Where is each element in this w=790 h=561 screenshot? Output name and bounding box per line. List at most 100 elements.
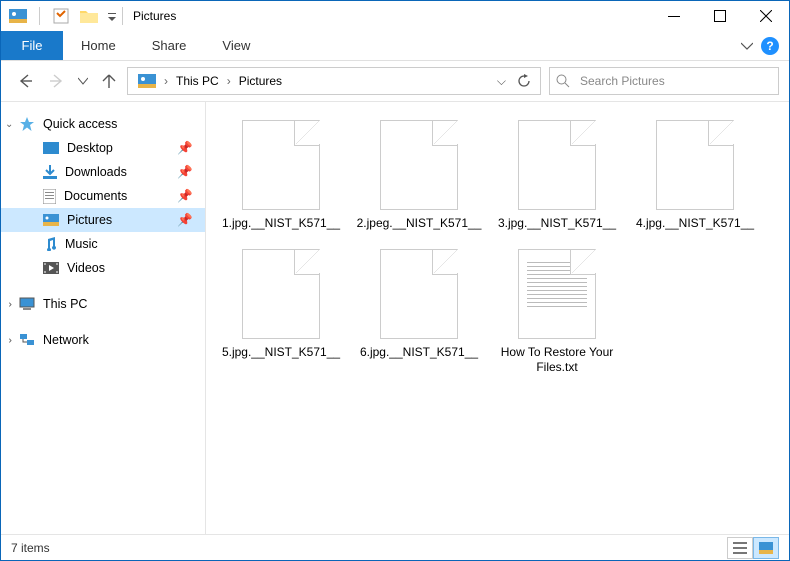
crumb-label: This PC <box>176 74 219 88</box>
status-bar: 7 items <box>1 534 789 560</box>
sidebar-label: Desktop <box>67 141 113 155</box>
breadcrumb-pictures[interactable]: Pictures <box>233 74 288 88</box>
downloads-icon <box>43 165 57 179</box>
star-icon <box>19 116 35 132</box>
window-controls <box>651 1 789 31</box>
help-icon[interactable]: ? <box>761 37 779 55</box>
new-folder-icon[interactable] <box>78 5 100 27</box>
tab-view[interactable]: View <box>204 31 268 60</box>
pin-icon: 📌 <box>177 141 193 156</box>
sidebar-item-desktop[interactable]: Desktop 📌 <box>1 136 205 160</box>
forward-button[interactable] <box>43 67 71 95</box>
network-icon <box>19 333 35 347</box>
up-button[interactable] <box>95 67 123 95</box>
expand-caret-icon[interactable]: ⌄ <box>4 300 15 308</box>
blank-file-icon <box>242 120 320 210</box>
expand-caret-icon[interactable]: ⌄ <box>5 119 13 130</box>
documents-icon <box>43 189 56 204</box>
chevron-right-icon[interactable]: › <box>164 74 168 88</box>
maximize-button[interactable] <box>697 1 743 31</box>
nav-pane: ⌄ Quick access Desktop 📌 Downloads 📌 Doc <box>1 102 206 534</box>
blank-file-icon <box>380 120 458 210</box>
minimize-button[interactable] <box>651 1 697 31</box>
sidebar-quick-access[interactable]: ⌄ Quick access <box>1 112 205 136</box>
divider <box>39 7 40 25</box>
recent-dropdown-icon[interactable] <box>75 67 91 95</box>
properties-icon[interactable] <box>50 5 72 27</box>
file-item[interactable]: How To Restore Your Files.txt <box>488 249 626 375</box>
chevron-right-icon[interactable]: › <box>227 74 231 88</box>
details-view-button[interactable] <box>727 537 753 559</box>
sidebar-label: Pictures <box>67 213 112 227</box>
navbar: › This PC › Pictures ⌵ <box>1 61 789 101</box>
crumb-label: Pictures <box>239 74 282 88</box>
file-item[interactable]: 6.jpg.__NIST_K571__ <box>350 249 488 375</box>
close-button[interactable] <box>743 1 789 31</box>
files-grid: 1.jpg.__NIST_K571__ 2.jpeg.__NIST_K571__ 3… <box>212 120 783 393</box>
quick-access-toolbar <box>7 5 118 27</box>
file-name: 2.jpeg.__NIST_K571__ <box>357 216 482 231</box>
ribbon: File Home Share View ? <box>1 31 789 61</box>
sidebar-item-videos[interactable]: Videos <box>1 256 205 280</box>
thumbnails-view-button[interactable] <box>753 537 779 559</box>
qat-dropdown-icon[interactable] <box>106 5 118 27</box>
sidebar-item-downloads[interactable]: Downloads 📌 <box>1 160 205 184</box>
back-button[interactable] <box>11 67 39 95</box>
expand-caret-icon[interactable]: ⌄ <box>4 336 15 344</box>
file-item[interactable]: 4.jpg.__NIST_K571__ <box>626 120 764 231</box>
pc-icon <box>19 297 35 311</box>
file-name: 6.jpg.__NIST_K571__ <box>360 345 478 360</box>
blank-file-icon <box>656 120 734 210</box>
sidebar-label: Videos <box>67 261 105 275</box>
file-tab-label: File <box>22 38 43 53</box>
refresh-button[interactable] <box>512 74 536 88</box>
location-icon <box>132 74 162 88</box>
sidebar-label: Downloads <box>65 165 127 179</box>
sidebar-label: Documents <box>64 189 127 203</box>
address-bar[interactable]: › This PC › Pictures ⌵ <box>127 67 541 95</box>
text-file-icon <box>518 249 596 339</box>
window-title: Pictures <box>133 9 176 23</box>
item-count: 7 items <box>11 541 50 555</box>
file-name: 5.jpg.__NIST_K571__ <box>222 345 340 360</box>
tab-share[interactable]: Share <box>134 31 205 60</box>
videos-icon <box>43 262 59 274</box>
file-name: How To Restore Your Files.txt <box>494 345 620 375</box>
search-icon <box>556 74 570 88</box>
titlebar: Pictures <box>1 1 789 31</box>
divider <box>122 7 123 25</box>
file-tab[interactable]: File <box>1 31 63 60</box>
music-icon <box>43 237 57 251</box>
file-item[interactable]: 1.jpg.__NIST_K571__ <box>212 120 350 231</box>
file-item[interactable]: 2.jpeg.__NIST_K571__ <box>350 120 488 231</box>
breadcrumb-this-pc[interactable]: This PC <box>170 74 225 88</box>
sidebar-item-music[interactable]: Music <box>1 232 205 256</box>
tab-label: Share <box>152 38 187 53</box>
sidebar-this-pc[interactable]: ⌄ This PC <box>1 292 205 316</box>
tab-label: Home <box>81 38 116 53</box>
sidebar-label: Music <box>65 237 98 251</box>
body: ⌄ Quick access Desktop 📌 Downloads 📌 Doc <box>1 101 789 534</box>
app-icon <box>7 5 29 27</box>
search-box[interactable] <box>549 67 779 95</box>
file-item[interactable]: 5.jpg.__NIST_K571__ <box>212 249 350 375</box>
sidebar-item-pictures[interactable]: Pictures 📌 <box>1 208 205 232</box>
sidebar-label: Network <box>43 333 89 347</box>
address-dropdown-icon[interactable]: ⌵ <box>491 74 512 89</box>
sidebar-item-documents[interactable]: Documents 📌 <box>1 184 205 208</box>
pin-icon: 📌 <box>177 165 193 180</box>
blank-file-icon <box>518 120 596 210</box>
pin-icon: 📌 <box>177 213 193 228</box>
file-name: 3.jpg.__NIST_K571__ <box>498 216 616 231</box>
file-item[interactable]: 3.jpg.__NIST_K571__ <box>488 120 626 231</box>
tab-home[interactable]: Home <box>63 31 134 60</box>
file-name: 1.jpg.__NIST_K571__ <box>222 216 340 231</box>
view-switcher <box>727 537 779 559</box>
expand-ribbon-icon[interactable] <box>741 40 753 52</box>
search-input[interactable] <box>578 73 772 89</box>
sidebar-label: This PC <box>43 297 87 311</box>
blank-file-icon <box>242 249 320 339</box>
explorer-window: Pictures File Home Share View ? › This P… <box>0 0 790 561</box>
sidebar-network[interactable]: ⌄ Network <box>1 328 205 352</box>
file-pane[interactable]: 1.jpg.__NIST_K571__ 2.jpeg.__NIST_K571__ 3… <box>206 102 789 534</box>
